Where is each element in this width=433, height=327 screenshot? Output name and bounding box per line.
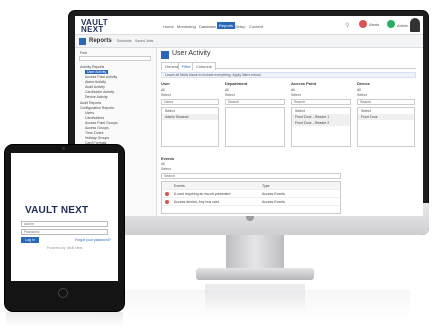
filter-department-title: Department [225,81,248,86]
nav-setup[interactable]: Setup [235,24,245,29]
page-title: User Activity [172,50,211,57]
filter-department-list [225,107,285,147]
sidebar-item-alarm-activity[interactable]: Alarm Activity [85,80,106,84]
section-title: Reports [89,38,112,44]
column-header-type[interactable]: Type [262,182,270,190]
column-header-events[interactable]: Events [174,182,185,190]
remove-icon[interactable] [165,200,169,204]
filter-user: User All Select Users Select Admin Shado… [161,81,221,151]
sidebar-search-input[interactable] [79,56,151,61]
tab-columns[interactable]: Columns [192,62,216,70]
event-type: Access Events [262,200,285,204]
tablet-camera [62,147,65,150]
filter-department-search[interactable]: Search [225,99,285,105]
sidebar-item-configuration-reports[interactable]: Configuration Reports [80,106,114,110]
stand-reflection [205,284,305,314]
app-header: VAULT NEXT Home Monitoring Database Repo… [75,16,423,35]
sidebar-item-cardholders[interactable]: Cardholders [85,116,104,120]
filter-department-radio-select[interactable]: Select [225,93,235,97]
remove-icon[interactable] [165,192,169,196]
filter-user-title: User [161,81,170,86]
user-status-icon [387,20,395,28]
events-table: Events Type A card requiring an escort p… [161,181,341,214]
tablet-home-button[interactable] [58,288,68,298]
username-field[interactable]: Admin [21,221,108,227]
tab-bar: General Filter Columns [161,62,416,70]
nav-database[interactable]: Database [199,24,216,29]
event-name: A card requiring an escort presented [174,192,231,196]
sidebar-item-user-activity[interactable]: User Activity [85,70,109,74]
filter-access-point-search[interactable]: Search [291,99,351,105]
filter-device-radio-all[interactable]: All [357,88,361,92]
table-row[interactable]: Access denied, Any bus card Access Event… [162,198,340,206]
sidebar-item-users[interactable]: Users [85,111,94,115]
filter-device-search[interactable]: Search [357,99,415,105]
table-header: Events Type [162,182,340,190]
sidebar-item-audit-reports[interactable]: Audit Reports [80,101,101,105]
list-item[interactable]: Front Door [358,114,414,120]
search-icon[interactable]: ⚲ [345,22,349,29]
filter-access-point-radio-select[interactable]: Select [291,93,301,97]
filter-user-dropdown[interactable]: Users [161,99,219,105]
saved-jobs-button[interactable]: Saved Jobs [135,39,153,43]
filter-events-title: Events [161,156,175,161]
nav-monitoring[interactable]: Monitoring [177,24,196,29]
filter-device-radio-select[interactable]: Select [357,93,367,97]
filter-events-radio-select[interactable]: Select [161,167,171,171]
sidebar-item-access-point-groups[interactable]: Access Point Groups [85,121,118,125]
login-footer: Powered by Vault Next [47,246,83,250]
sidebar-item-device-activity[interactable]: Device Activity [85,95,108,99]
tablet-screen: VAULT NEXT Admin Password Log in Forgot … [11,153,118,281]
sidebar-item-audit-activity[interactable]: Audit Activity [85,85,105,89]
login-logo: VAULT NEXT [25,205,89,216]
sidebar-item-cardholder-activity[interactable]: Cardholder Activity [85,90,114,94]
sidebar-item-access-groups[interactable]: Access Groups [85,126,109,130]
report-icon [161,51,169,59]
alert-icon[interactable] [359,20,367,28]
filter-hint: Leave all fields blank to include everyt… [161,72,416,78]
alerts-label: Alerts [369,22,380,27]
brand-logo[interactable]: VAULT NEXT [81,19,111,34]
event-name: Access denied, Any bus card [174,200,219,204]
filter-device-list: Select Front Door [357,107,415,147]
password-field[interactable]: Password [21,229,108,235]
filter-events: Events All Select Search Events Type A c… [161,156,371,214]
tablet-reflection [6,312,123,327]
reports-icon [79,38,86,45]
sidebar-item-holiday-groups[interactable]: Holiday Groups [85,136,109,140]
list-item[interactable]: Front Door - Reader 2 [292,120,350,126]
filter-access-point-radio-all[interactable]: All [291,88,295,92]
sidebar-item-time-zones[interactable]: Time Zones [85,131,103,135]
nav-reports[interactable]: Reports [217,22,236,29]
filter-device: Device All Select Search Select Front Do… [357,81,417,151]
table-row[interactable]: A card requiring an escort presented Acc… [162,190,340,198]
filter-device-title: Device [357,81,370,86]
filter-events-radio-all[interactable]: All [161,162,165,166]
main-panel: User Activity General Filter Columns Lea… [161,48,423,216]
nav-content[interactable]: Content [249,24,263,29]
monitor-stand-base [196,268,314,280]
sidebar-item-activity-reports[interactable]: Activity Reports [80,65,104,69]
nav-home[interactable]: Home [163,24,174,29]
sidebar-item-access-point-activity[interactable]: Access Point Activity [85,75,117,79]
sidebar-search-label: Find [80,51,87,55]
filter-user-list: Select Admin Shadow [161,107,219,147]
filter-department-radio-all[interactable]: All [225,88,229,92]
filter-user-radio-all[interactable]: All [161,88,165,92]
filter-events-search[interactable]: Search [161,173,341,179]
filter-access-point-list: Select Front Door - Reader 1 Front Door … [291,107,351,147]
event-type: Access Events [262,192,285,196]
filter-department: Department All Select Search [225,81,287,151]
avatar[interactable] [410,18,420,32]
user-name[interactable]: Admin [397,23,408,28]
section-header: Reports Schedule Saved Jobs [75,35,423,48]
filter-access-point-title: Access Point [291,81,317,86]
login-button[interactable]: Log in [21,237,39,243]
list-item[interactable]: Admin Shadow [162,114,218,120]
schedule-button[interactable]: Schedule [117,39,132,43]
filter-user-radio-select[interactable]: Select [161,93,171,97]
app-screen: VAULT NEXT Home Monitoring Database Repo… [75,16,423,216]
forgot-password-link[interactable]: Forgot your password? [75,238,111,242]
filter-access-point: Access Point All Select Search Select Fr… [291,81,353,151]
